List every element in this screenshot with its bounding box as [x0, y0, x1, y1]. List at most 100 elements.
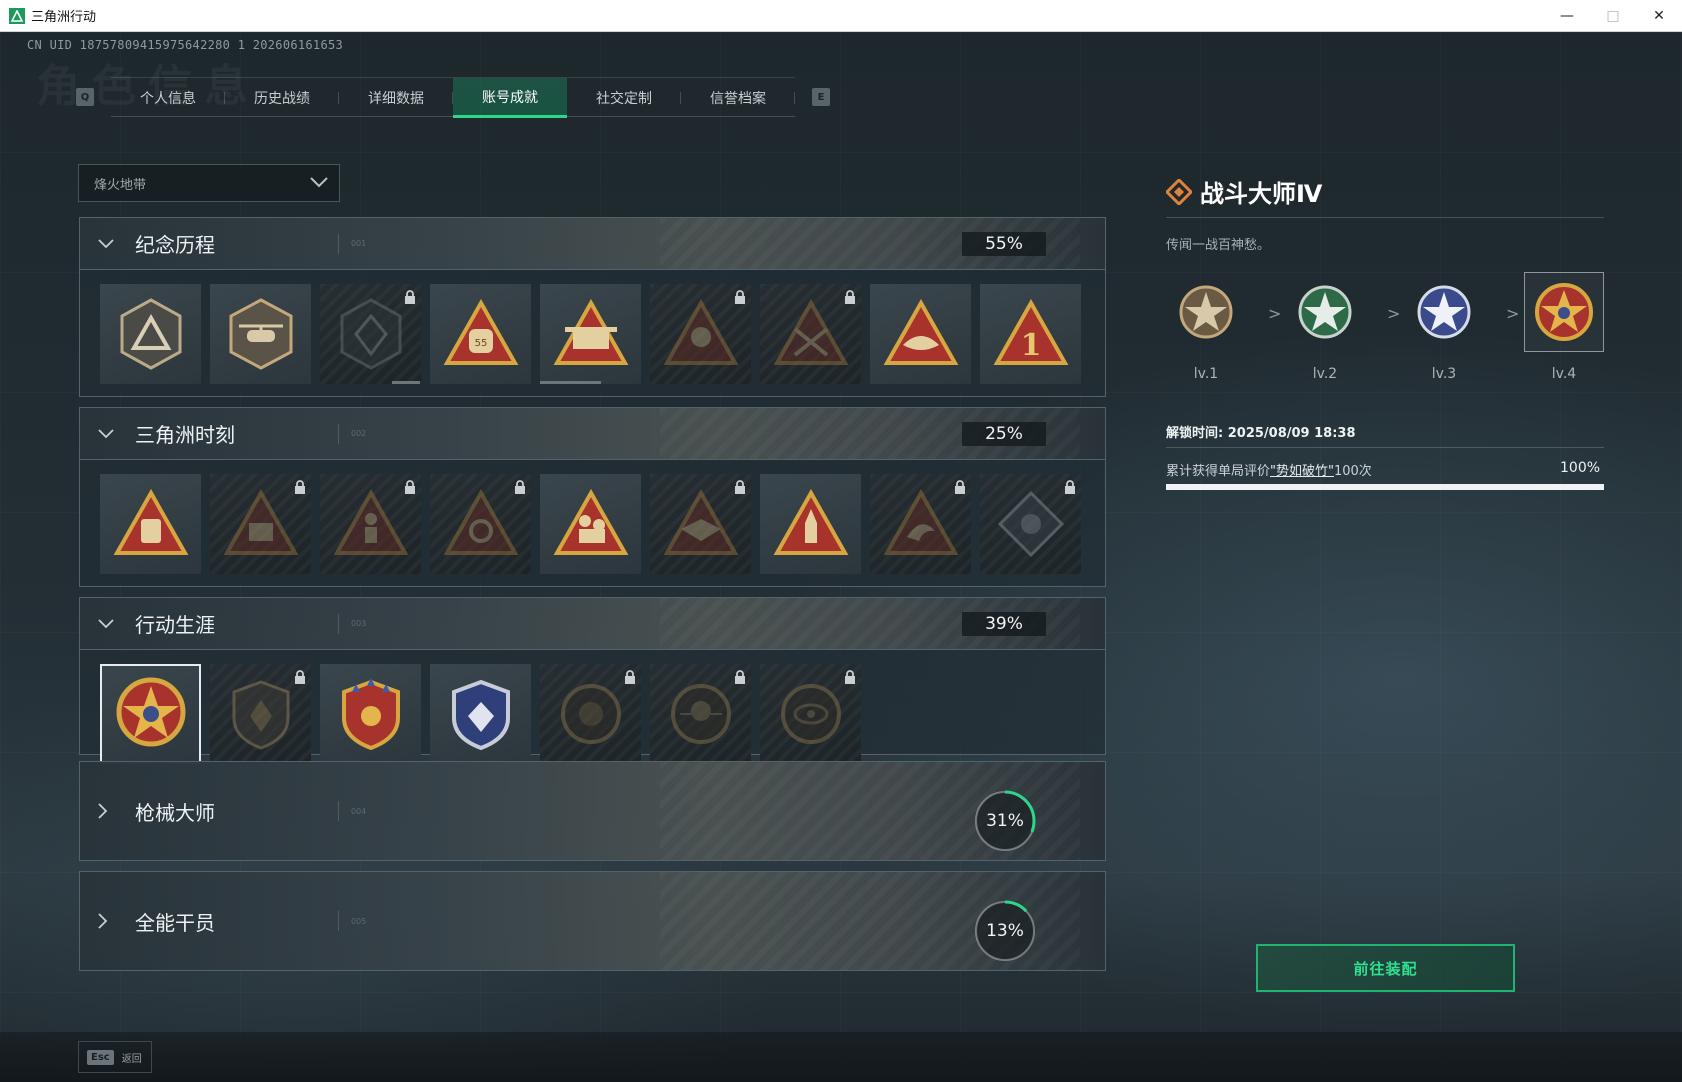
section-percent: 25% [962, 422, 1046, 446]
skull-emblem-icon [670, 684, 731, 744]
badge-career-5[interactable] [540, 664, 641, 764]
badge-moment-8[interactable] [870, 474, 971, 574]
lock-icon [844, 289, 856, 308]
level-arrow: > [1387, 304, 1401, 323]
badge-moment-9[interactable] [980, 474, 1081, 574]
badge-career-4[interactable] [430, 664, 531, 764]
badge-memorial-8[interactable] [870, 284, 971, 384]
badge-memorial-7[interactable] [760, 284, 861, 384]
lock-icon [404, 289, 416, 308]
badge-moment-1[interactable] [100, 474, 201, 574]
section-number: 004 [351, 806, 367, 816]
next-tab-key-hint[interactable]: E [812, 88, 830, 106]
minimize-icon[interactable]: — [1544, 0, 1590, 32]
badge-career-2[interactable] [210, 664, 311, 764]
chevron-down-icon [309, 174, 329, 194]
crossed-guns-triangle-emblem-icon [773, 299, 848, 365]
lock-icon [624, 669, 636, 688]
equip-button[interactable]: 前往装配 [1256, 944, 1515, 992]
hands-triangle-emblem-icon [443, 489, 518, 555]
level-2[interactable]: lv.2 [1285, 272, 1365, 382]
lock-icon [734, 669, 746, 688]
section-percent: 31% [986, 811, 1024, 831]
back-label: 返回 [121, 1053, 142, 1065]
tab-social-custom[interactable]: 社交定制 [567, 78, 681, 118]
badge-moment-7[interactable] [760, 474, 861, 574]
tab-personal-info[interactable]: 个人信息 [111, 78, 225, 118]
badge-memorial-2[interactable] [210, 284, 311, 384]
badge-moment-5[interactable] [540, 474, 641, 574]
hand-triangle-emblem-icon [883, 299, 958, 365]
tab-label: 历史战绩 [254, 91, 310, 107]
section-delta-moments: 三角洲时刻 002 25% [79, 407, 1106, 587]
maximize-icon[interactable]: □ [1590, 0, 1636, 32]
section-number: 005 [351, 916, 367, 926]
back-button[interactable]: Esc 返回 [78, 1041, 152, 1073]
section-header[interactable]: 全能干员 005 13% [80, 872, 1105, 970]
tab-match-history[interactable]: 历史战绩 [225, 78, 339, 118]
diamond-emblem-icon [997, 490, 1064, 558]
section-header[interactable]: 行动生涯 003 39% [80, 598, 1105, 650]
chevron-down-icon [97, 428, 117, 440]
badge-memorial-4[interactable]: 55 [430, 284, 531, 384]
squad-triangle-emblem-icon [553, 489, 628, 555]
svg-text:1: 1 [1020, 328, 1041, 363]
section-header[interactable]: 三角洲时刻 002 25% [80, 408, 1105, 460]
badge-memorial-3[interactable] [320, 284, 421, 384]
badge-moment-4[interactable] [430, 474, 531, 574]
unlock-time: 解锁时间: 2025/08/09 18:38 [1166, 426, 1356, 441]
helicopter-emblem-icon [229, 298, 292, 370]
chevron-down-icon [97, 618, 117, 630]
tab-detailed-data[interactable]: 详细数据 [339, 78, 453, 118]
badge-memorial-6[interactable] [650, 284, 751, 384]
badge-combat-master[interactable] [100, 664, 201, 764]
badge-career-6[interactable] [650, 664, 751, 764]
section-header[interactable]: 纪念历程 001 55% [80, 218, 1105, 270]
tab-achievements[interactable]: 账号成就 [453, 78, 567, 118]
level-4[interactable]: lv.4 [1524, 272, 1604, 382]
prev-tab-key-hint[interactable]: Q [76, 88, 94, 106]
game-screen: 角色信息 CN UID 18757809415975642280 1 20260… [0, 32, 1682, 1082]
badge-memorial-1[interactable] [100, 284, 201, 384]
star-medal-emblem-icon [116, 677, 185, 747]
red-shield-emblem-icon [341, 678, 400, 751]
tab-credit-record[interactable]: 信誉档案 [681, 78, 795, 118]
requirement-text: 累计获得单局评价"势如破竹"100次 [1166, 460, 1372, 479]
soldier-triangle-emblem-icon [663, 299, 738, 365]
badge-career-3[interactable] [320, 664, 421, 764]
badge-career-7[interactable] [760, 664, 861, 764]
blue-shield-emblem-icon [451, 679, 510, 751]
section-memorial: 纪念历程 001 55% 55 1 [79, 217, 1106, 397]
section-percent: 39% [962, 612, 1046, 636]
lock-icon [954, 479, 966, 498]
requirement-link[interactable]: "势如破竹" [1270, 464, 1334, 479]
eye-emblem-icon [780, 684, 841, 744]
requirement-prefix: 累计获得单局评价 [1166, 464, 1271, 479]
lock-icon [294, 479, 306, 498]
mode-select-dropdown[interactable]: 烽火地带 [78, 164, 340, 202]
section-header[interactable]: 枪械大师 004 31% [80, 762, 1105, 860]
tab-label: 信誉档案 [710, 91, 766, 107]
badge-moment-3[interactable] [320, 474, 421, 574]
level-3[interactable]: lv.3 [1404, 272, 1484, 382]
esc-key-icon: Esc [87, 1049, 114, 1065]
level-1[interactable]: lv.1 [1166, 272, 1246, 382]
lock-icon [514, 479, 526, 498]
vehicle-triangle-emblem-icon [553, 299, 628, 365]
tab-label: 账号成就 [482, 89, 538, 106]
level-label: lv.4 [1551, 366, 1577, 382]
blue-star-medal-icon [1417, 285, 1471, 339]
badge-moment-2[interactable] [210, 474, 311, 574]
app-logo-icon [9, 7, 25, 24]
window-titlebar: 三角洲行动 — □ ✕ [0, 0, 1682, 32]
close-icon[interactable]: ✕ [1636, 0, 1682, 32]
badge-memorial-5[interactable] [540, 284, 641, 384]
achievement-name: 战斗大师Ⅳ [1200, 180, 1323, 208]
section-title: 枪械大师 [135, 800, 215, 825]
section-operation-career: 行动生涯 003 39% [79, 597, 1106, 764]
badge-moment-6[interactable] [650, 474, 751, 574]
section-weapon-master: 枪械大师 004 31% [79, 761, 1106, 861]
chevron-down-icon [97, 238, 117, 250]
achievement-description: 传闻一战百神愁。 [1166, 238, 1271, 253]
badge-memorial-9[interactable]: 1 [980, 284, 1081, 384]
